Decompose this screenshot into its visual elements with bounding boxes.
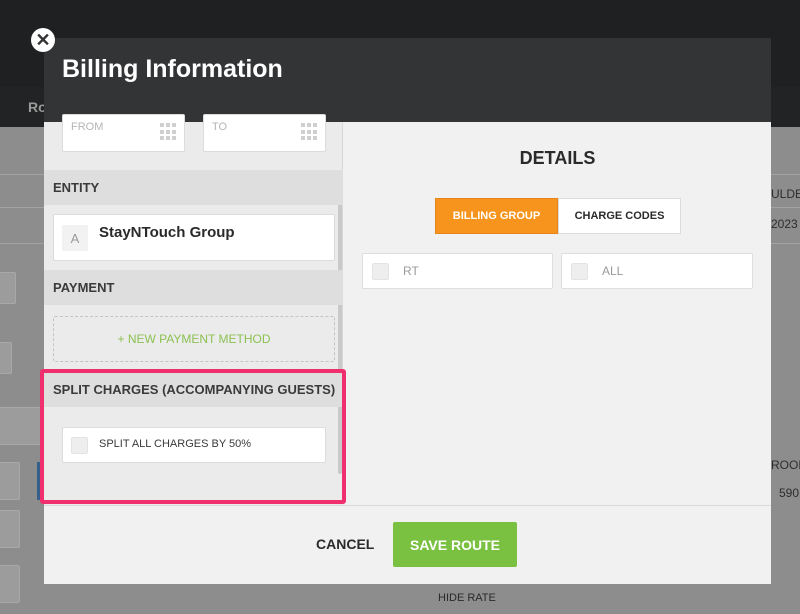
save-route-button[interactable]: SAVE ROUTE <box>393 522 517 567</box>
bg-room-number: 590 <box>779 486 800 500</box>
billing-code-label: RT <box>403 264 419 278</box>
bg-field <box>0 272 16 304</box>
billing-code-item[interactable]: ALL <box>561 253 753 289</box>
billing-code-checkbox[interactable] <box>571 263 588 280</box>
bg-field <box>0 565 20 603</box>
bg-field <box>0 510 20 548</box>
billing-code-label: ALL <box>602 264 624 278</box>
billing-code-checkbox[interactable] <box>372 263 389 280</box>
bg-field <box>0 462 20 500</box>
tab-billing-group[interactable]: BILLING GROUP <box>435 198 558 234</box>
modal-title: Billing Information <box>62 55 283 83</box>
payment-header: PAYMENT <box>44 270 343 305</box>
to-date-placeholder: TO <box>212 121 228 133</box>
entity-name: StayNTouch Group <box>99 224 235 241</box>
billing-code-item[interactable]: RT <box>362 253 553 289</box>
hide-rate-link: HIDE RATE <box>438 592 496 604</box>
bg-year: 2023 <box>771 217 798 231</box>
bg-column-label: ULDER <box>771 187 800 201</box>
calendar-icon[interactable] <box>160 123 178 141</box>
calendar-icon[interactable] <box>301 123 319 141</box>
entity-header: ENTITY <box>44 170 343 205</box>
highlight-box <box>40 369 346 504</box>
bg-field <box>0 342 12 374</box>
from-date-placeholder: FROM <box>71 121 104 133</box>
entity-card[interactable]: A StayNTouch Group <box>53 214 335 261</box>
bg-field <box>0 407 44 445</box>
to-date-field[interactable]: TO <box>203 114 326 152</box>
details-title: DETAILS <box>519 148 596 168</box>
cancel-button[interactable]: CANCEL <box>316 536 374 552</box>
tab-charge-codes[interactable]: CHARGE CODES <box>558 198 681 234</box>
entity-avatar: A <box>62 225 88 251</box>
from-date-field[interactable]: FROM <box>62 114 185 152</box>
bg-room-label: ROOM <box>771 458 800 472</box>
new-payment-method-button[interactable]: + NEW PAYMENT METHOD <box>53 316 335 362</box>
close-icon[interactable]: ✕ <box>31 28 55 52</box>
